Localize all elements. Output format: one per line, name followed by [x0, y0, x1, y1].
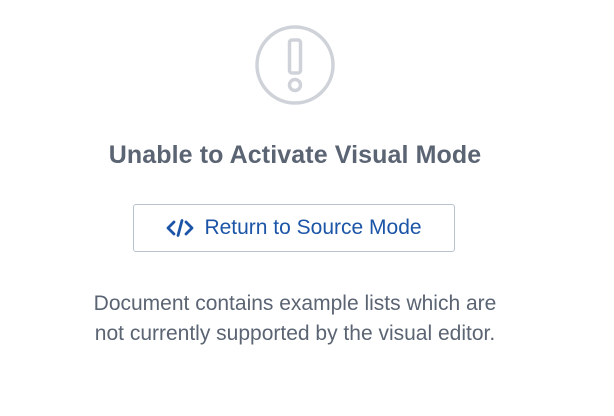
exclamation-circle-icon — [255, 25, 335, 105]
error-message-line-1: Document contains example lists which ar… — [93, 292, 497, 315]
visual-mode-error-panel: Unable to Activate Visual Mode Return to… — [0, 0, 614, 416]
return-to-source-mode-button[interactable]: Return to Source Mode — [133, 204, 455, 252]
error-message-line-2: not currently supported by the visual ed… — [94, 322, 496, 345]
error-message: Document contains example lists which ar… — [0, 289, 590, 349]
code-icon — [167, 219, 194, 237]
error-title: Unable to Activate Visual Mode — [108, 141, 482, 169]
return-button-label: Return to Source Mode — [204, 216, 422, 239]
